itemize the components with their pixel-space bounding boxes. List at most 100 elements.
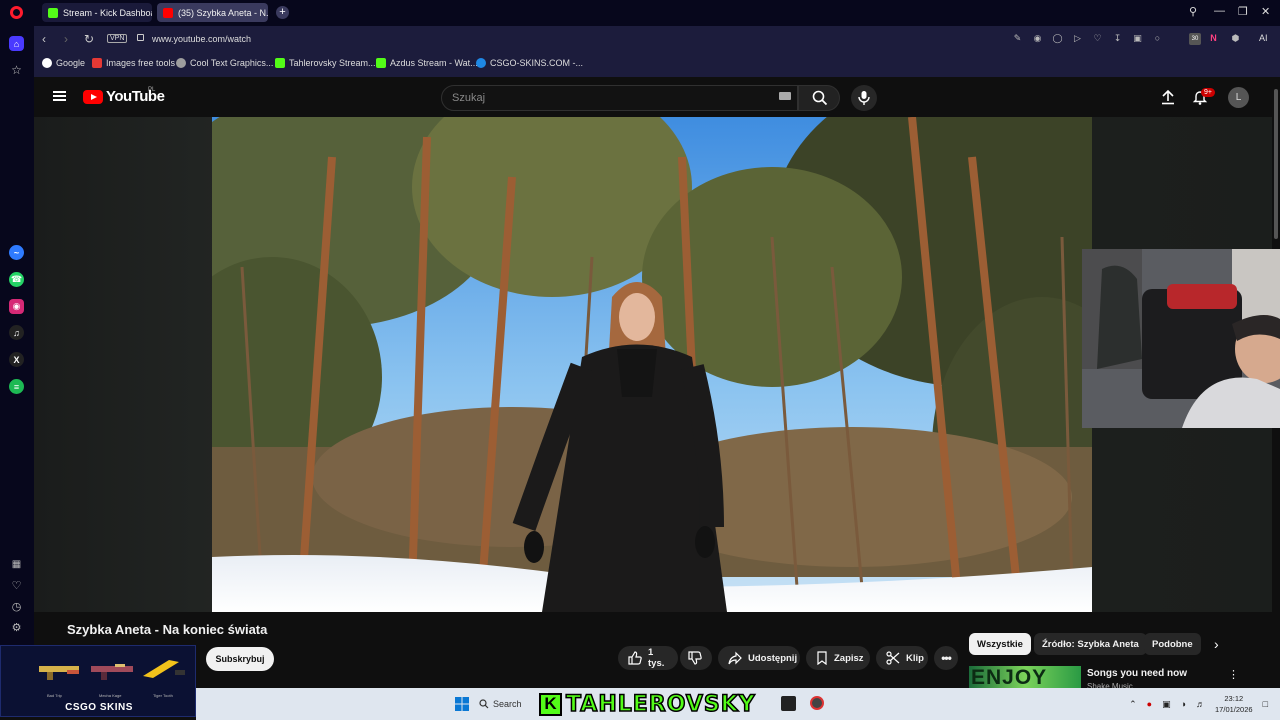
recommendation-title[interactable]: Songs you need now (1087, 668, 1187, 679)
bookmark-label: Azdus Stream - Wat... (390, 58, 478, 68)
search-tabs-icon[interactable]: ⚲ (1189, 5, 1197, 18)
bookmark-tahlerovsky[interactable]: Tahlerovsky Stream... (275, 58, 376, 68)
bookmark-label: Images free tools (106, 58, 176, 68)
bookmark-label: CSGO-SKINS.COM -... (490, 58, 584, 68)
bookmarks-bar: Google Images free tools Cool Text Graph… (34, 52, 1280, 77)
more-actions-button[interactable]: ••• (934, 646, 958, 670)
download-icon[interactable]: ↧ (1112, 33, 1123, 44)
rifle-skin-2-icon (91, 664, 133, 680)
taskbar-clock[interactable]: 23:12 17/01/2026 (1215, 693, 1253, 715)
player-icon[interactable]: ▷ (1072, 33, 1083, 44)
upload-icon[interactable] (1160, 89, 1176, 105)
spotify-icon[interactable]: ≡ (9, 379, 24, 394)
youtube-icon (163, 7, 173, 18)
settings-gear-icon[interactable]: ⚙ (9, 620, 24, 635)
home-icon[interactable]: ⌂ (9, 36, 24, 51)
opera-sidebar: ⌂ ☆ ~ ☎ ◉ ♫ X ≡ ▦ ♡ ◷ ⚙ (0, 26, 34, 688)
share-button[interactable]: Udostępnij (718, 646, 800, 670)
recommendation-menu-icon[interactable]: ⋮ (1228, 668, 1239, 681)
google-icon (42, 58, 52, 68)
taskbar-search[interactable]: Search (479, 694, 523, 714)
youtube-header: YouTube PL 9+ L (34, 77, 1272, 117)
notification-count-badge: 9+ (1201, 88, 1215, 97)
lock-icon[interactable] (137, 34, 144, 41)
avatar[interactable]: L (1228, 87, 1249, 108)
kick-icon (48, 7, 58, 18)
display-tray-icon[interactable]: ▣ (1162, 699, 1171, 710)
messenger-icon[interactable]: ~ (9, 245, 24, 260)
chip-from-artist[interactable]: Źródło: Szybka Aneta (1034, 633, 1147, 655)
close-window-button[interactable]: ✕ (1261, 5, 1270, 18)
dislike-button[interactable] (680, 646, 712, 670)
extension-n-icon[interactable]: N (1208, 33, 1219, 44)
pinned-app-icon[interactable] (810, 696, 824, 710)
bookmark-azdus[interactable]: Azdus Stream - Wat... (376, 58, 478, 68)
bookmarks-star-icon[interactable]: ☆ (9, 62, 24, 77)
heart-icon[interactable]: ♡ (9, 578, 24, 593)
extensions-grid-icon[interactable]: ▦ (9, 557, 24, 572)
bookmark-images-free-tools[interactable]: Images free tools (92, 58, 175, 68)
new-tab-button[interactable]: + (276, 6, 289, 19)
network-tray-icon[interactable]: ◑ (1181, 699, 1186, 709)
url-field[interactable]: www.youtube.com/watch (152, 34, 251, 44)
pinned-app-icon[interactable] (781, 696, 796, 711)
back-icon[interactable]: ‹ (42, 32, 46, 46)
tiktok-icon[interactable]: ♫ (9, 325, 24, 340)
chip-related[interactable]: Podobne (1144, 633, 1201, 655)
extension-cube-icon[interactable]: ⬢ (1230, 33, 1241, 44)
tab-kick-dashboard[interactable]: Stream - Kick Dashboard (42, 3, 152, 22)
wallet-icon[interactable]: ▣ (1132, 33, 1143, 44)
camera-icon[interactable]: ◉ (1032, 33, 1043, 44)
bookmark-label: Tahlerovsky Stream... (289, 58, 376, 68)
thumbs-down-icon (688, 651, 702, 665)
x-twitter-icon[interactable]: X (9, 352, 24, 367)
aria-ai-button[interactable]: AI (1259, 33, 1268, 43)
heart-outline-icon[interactable]: ♡ (1092, 33, 1103, 44)
bookmark-csgo-skins[interactable]: CSGO-SKINS.COM -... (476, 58, 583, 68)
tray-chevron-icon[interactable]: ⌃ (1129, 699, 1137, 710)
recommendation-thumbnail[interactable]: ENJOY (969, 666, 1081, 688)
skin-label: Mecha Kage (99, 693, 122, 698)
forward-icon[interactable]: › (64, 32, 68, 46)
extension-badge[interactable]: 30 (1189, 33, 1201, 45)
clock-date: 17/01/2026 (1215, 705, 1253, 714)
vpn-badge[interactable]: VPN (107, 34, 128, 43)
windows-start-icon[interactable] (455, 697, 469, 711)
bookmark-google[interactable]: Google (42, 58, 85, 68)
history-icon[interactable]: ◷ (9, 599, 24, 614)
notifications-tray-icon[interactable]: □ (1263, 699, 1268, 709)
maximize-button[interactable]: ❐ (1238, 5, 1248, 18)
shield-icon[interactable]: ◯ (1052, 33, 1063, 44)
bookmark-label: Google (56, 58, 86, 68)
instagram-icon[interactable]: ◉ (9, 299, 24, 314)
account-icon[interactable]: ○ (1152, 33, 1163, 44)
keyboard-icon[interactable] (779, 92, 791, 100)
minimize-button[interactable]: — (1214, 5, 1225, 17)
like-button[interactable]: 1 tys. (618, 646, 678, 670)
edit-icon[interactable]: ✎ (1012, 33, 1023, 44)
search-icon (479, 699, 489, 709)
video-forest-scene (212, 117, 1092, 612)
like-count: 1 tys. (648, 647, 665, 669)
search-icon (812, 90, 828, 106)
whatsapp-icon[interactable]: ☎ (9, 272, 24, 287)
bookmark-cool-text[interactable]: Cool Text Graphics... (176, 58, 273, 68)
chips-next-chevron-icon[interactable]: › (1214, 636, 1219, 652)
search-input[interactable] (442, 86, 762, 110)
save-button[interactable]: Zapisz (806, 646, 870, 670)
scrollbar-thumb[interactable] (1274, 89, 1278, 239)
voice-search-button[interactable] (851, 85, 877, 111)
menu-hamburger-icon[interactable] (53, 91, 66, 101)
volume-tray-icon[interactable]: ♬ (1196, 699, 1205, 709)
video-frame[interactable] (212, 117, 1092, 612)
search-box[interactable] (441, 85, 798, 111)
microphone-tray-icon[interactable]: ● (1147, 699, 1152, 709)
clip-button[interactable]: Klip (876, 646, 928, 670)
search-button[interactable] (798, 85, 840, 111)
tab-youtube-video[interactable]: (35) Szybka Aneta - N... (157, 3, 268, 22)
skin-label: Bad Trip (47, 693, 62, 698)
opera-logo-icon[interactable] (10, 6, 23, 19)
subscribe-button[interactable]: Subskrybuj (206, 647, 274, 671)
chip-all[interactable]: Wszystkie (969, 633, 1031, 655)
reload-icon[interactable]: ↻ (84, 32, 94, 46)
